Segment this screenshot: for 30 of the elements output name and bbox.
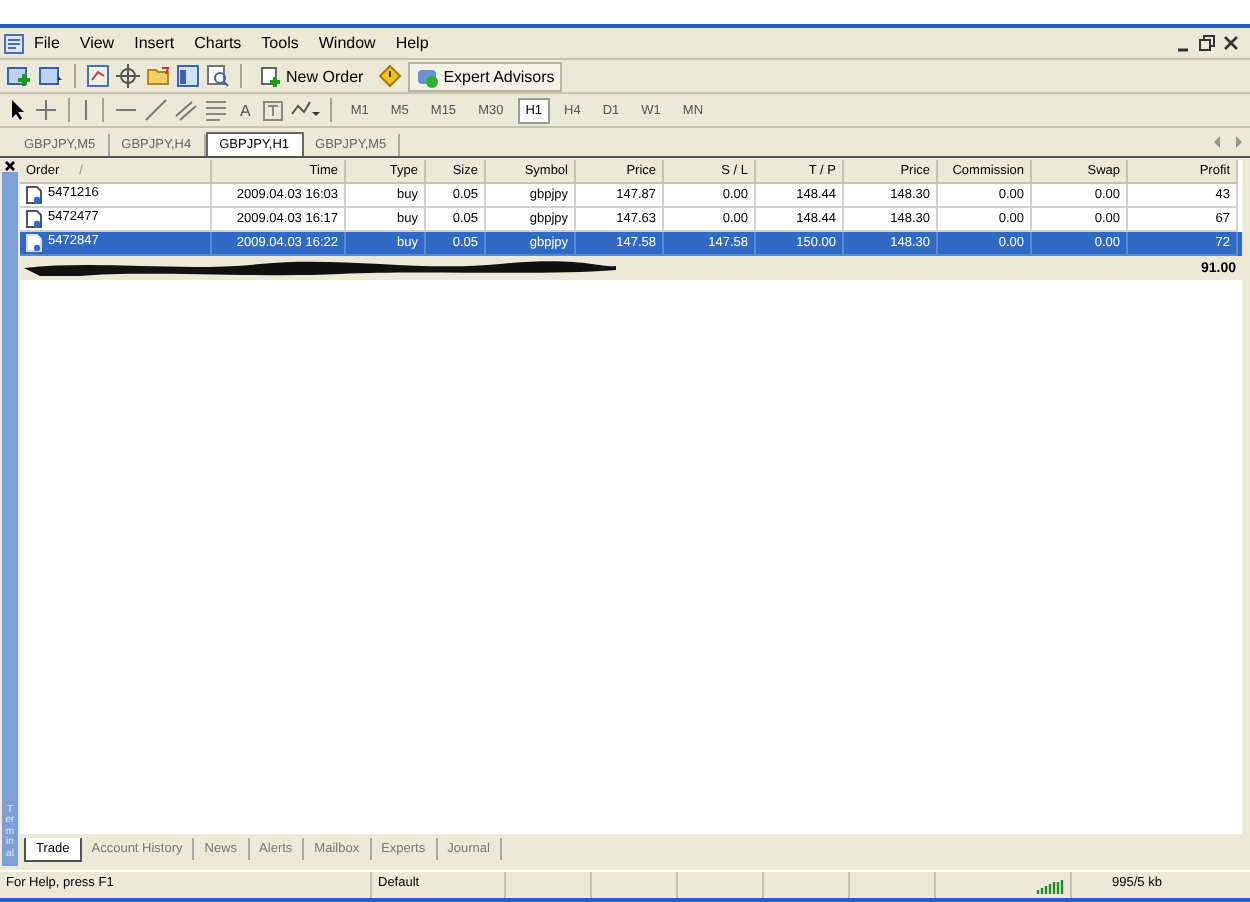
expert-advisors-button[interactable]: Expert Advisors: [407, 61, 563, 91]
restore-icon[interactable]: [1198, 34, 1216, 52]
cursor-icon[interactable]: [6, 98, 28, 122]
new-chart-icon[interactable]: [6, 64, 32, 88]
document-icon: [26, 234, 42, 252]
crosshair-icon[interactable]: [34, 98, 58, 122]
alert-icon[interactable]: [377, 64, 402, 88]
order-icon: [260, 65, 282, 87]
menu-item[interactable]: Tools: [251, 34, 309, 52]
scroll-arrows-icon[interactable]: [1214, 136, 1242, 148]
folder-icon[interactable]: [146, 64, 170, 88]
menu-item[interactable]: Insert: [124, 34, 185, 52]
menu-item[interactable]: Window: [308, 34, 386, 52]
close-icon[interactable]: [1222, 34, 1240, 52]
document-icon: [26, 210, 42, 228]
document-icon: [26, 186, 42, 204]
menu-item[interactable]: View: [69, 34, 125, 52]
new-order-button[interactable]: New Order: [252, 61, 372, 91]
channel-icon[interactable]: [174, 98, 198, 122]
menu-item[interactable]: Charts: [184, 34, 252, 52]
menu-item[interactable]: Help: [385, 34, 439, 52]
connection-icon: [1036, 879, 1064, 895]
menu-item[interactable]: File: [24, 34, 70, 52]
app-icon[interactable]: [4, 33, 24, 53]
trendline-icon[interactable]: [144, 98, 168, 122]
label-tool-icon[interactable]: [262, 99, 285, 121]
text-tool[interactable]: A: [234, 101, 257, 119]
vertical-line-icon[interactable]: [80, 98, 92, 122]
crosshair-icon[interactable]: [116, 64, 140, 88]
close-icon[interactable]: [4, 160, 16, 172]
